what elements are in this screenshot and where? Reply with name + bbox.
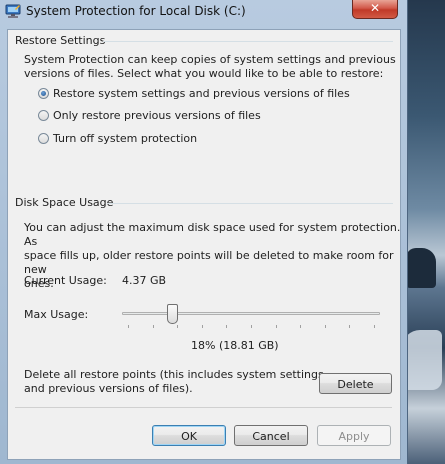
- group-divider: [107, 203, 393, 204]
- current-usage-value: 4.37 GB: [122, 274, 167, 287]
- description-line: You can adjust the maximum disk space us…: [24, 221, 401, 248]
- slider-tick: [177, 325, 179, 328]
- slider-tick: [226, 325, 228, 328]
- window-title: System Protection for Local Disk (C:): [26, 4, 246, 18]
- radio-button[interactable]: [38, 109, 49, 121]
- close-button[interactable]: ✕: [352, 0, 398, 19]
- description-line: versions of files. Select what you would…: [24, 67, 384, 80]
- slider-tick: [128, 325, 129, 328]
- max-usage-slider-thumb[interactable]: [167, 304, 179, 324]
- radio-restore-files-only[interactable]: Only restore previous versions of files: [38, 107, 261, 123]
- radio-label: Only restore previous versions of files: [53, 108, 261, 122]
- max-usage-label: Max Usage:: [24, 308, 89, 321]
- radio-label: Restore system settings and previous ver…: [53, 86, 350, 100]
- slider-tick: [152, 325, 154, 328]
- system-protection-icon: [5, 4, 21, 18]
- delete-button[interactable]: Delete: [319, 373, 392, 394]
- max-usage-slider-track[interactable]: [122, 312, 380, 315]
- radio-restore-settings-and-files[interactable]: Restore system settings and previous ver…: [38, 85, 350, 101]
- max-usage-readout: 18% (18.81 GB): [191, 339, 279, 352]
- current-usage-label: Current Usage:: [24, 274, 107, 287]
- apply-button[interactable]: Apply: [317, 425, 391, 446]
- slider-tick: [349, 325, 351, 328]
- close-icon: ✕: [369, 1, 381, 15]
- radio-turn-off-protection[interactable]: Turn off system protection: [38, 130, 197, 146]
- radio-button[interactable]: [38, 132, 49, 144]
- slider-tick: [201, 325, 203, 328]
- dialog-window: System Protection for Local Disk (C:) ✕ …: [0, 0, 408, 464]
- slider-tick: [300, 325, 302, 328]
- background-rock: [406, 248, 436, 288]
- description-line: space fills up, older restore points wil…: [24, 249, 394, 276]
- cancel-button[interactable]: Cancel: [234, 425, 308, 446]
- disk-space-usage-header: Disk Space Usage: [15, 196, 114, 209]
- delete-restore-points-text: Delete all restore points (this includes…: [24, 368, 324, 396]
- group-divider: [103, 41, 393, 42]
- restore-settings-header: Restore Settings: [15, 34, 106, 47]
- radio-button-selected[interactable]: [38, 87, 49, 99]
- description-line: System Protection can keep copies of sys…: [24, 53, 396, 66]
- description-line: and previous versions of files).: [24, 382, 193, 395]
- slider-tick: [251, 325, 252, 328]
- radio-label: Turn off system protection: [53, 131, 198, 145]
- ok-button[interactable]: OK: [152, 425, 226, 446]
- description-line: Delete all restore points (this includes…: [24, 368, 324, 381]
- slider-tick: [275, 325, 277, 328]
- slider-tick: [374, 325, 375, 328]
- slider-tick: [324, 325, 326, 328]
- restore-settings-description: System Protection can keep copies of sys…: [24, 53, 396, 81]
- title-bar[interactable]: System Protection for Local Disk (C:) ✕: [0, 0, 408, 23]
- footer-separator: [15, 407, 392, 408]
- background-ice: [402, 330, 442, 390]
